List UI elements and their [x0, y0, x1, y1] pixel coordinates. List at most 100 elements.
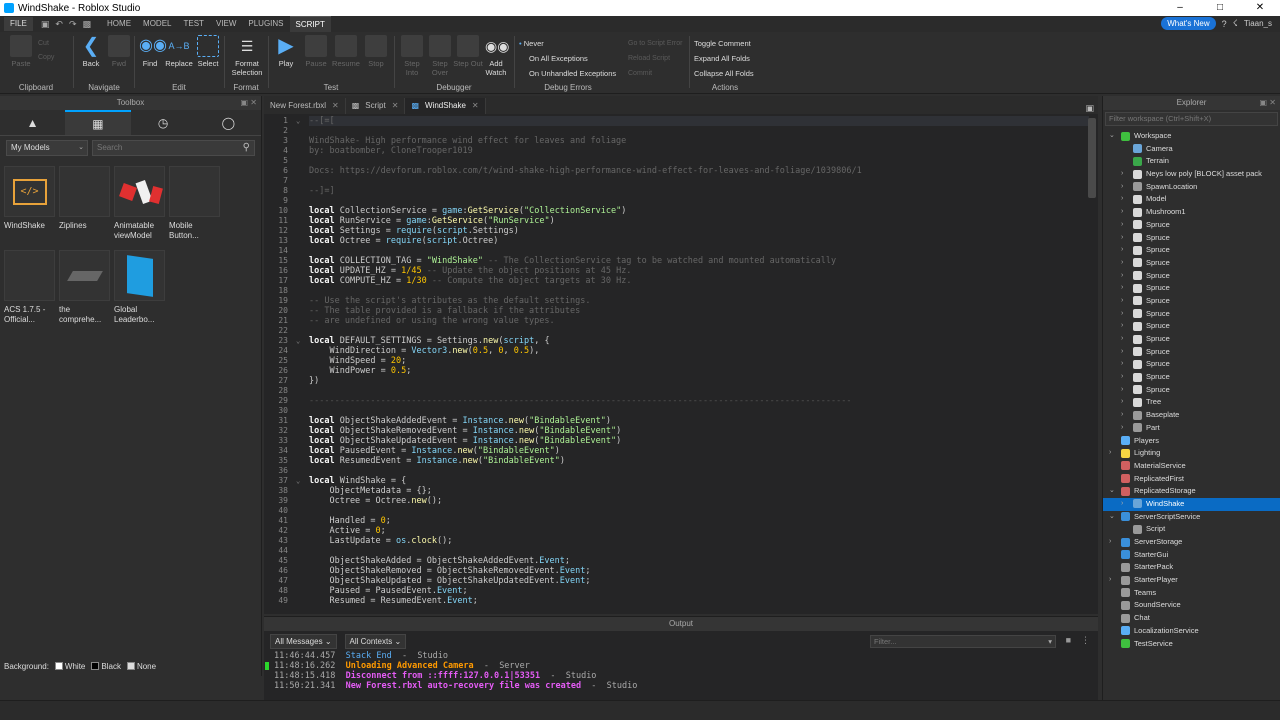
toolbox-item[interactable]: the comprehe...	[59, 250, 110, 330]
maximize-button[interactable]: □	[1200, 0, 1240, 16]
explorer-item[interactable]: Camera	[1103, 143, 1280, 156]
chevron-down-icon[interactable]: ⌄	[1109, 130, 1117, 143]
explorer-filter-input[interactable]: Filter workspace (Ctrl+Shift+X)	[1105, 112, 1278, 126]
commit-button[interactable]: Commit	[628, 66, 682, 81]
background-none-option[interactable]: None	[126, 662, 156, 671]
toggle-comment-button[interactable]: Toggle Comment	[694, 36, 754, 51]
explorer-item[interactable]: › Spruce	[1103, 219, 1280, 232]
chevron-right-icon[interactable]: ›	[1109, 447, 1117, 460]
chevron-right-icon[interactable]: ›	[1121, 384, 1129, 397]
explorer-item[interactable]: › Baseplate	[1103, 409, 1280, 422]
script-editor[interactable]: 1 2 3 4 5 6 7 8 9 10 11 12 13 14 15 16 17 18 19 20 21 22 23 24 2…	[264, 114, 1098, 614]
explorer-item[interactable]: › Spruce	[1103, 270, 1280, 283]
toolbox-item[interactable]: Global Leaderbo...	[114, 250, 165, 330]
whats-new-button[interactable]: What's New	[1161, 17, 1216, 30]
explorer-item[interactable]: › WindShake	[1103, 497, 1280, 511]
explorer-item[interactable]: › Spruce	[1103, 295, 1280, 308]
explorer-item[interactable]: › Tree	[1103, 396, 1280, 409]
code-area[interactable]: --[=[WindShake- High performance wind ef…	[309, 116, 1089, 606]
clear-output-icon[interactable]: ■	[1066, 635, 1071, 646]
chevron-right-icon[interactable]: ›	[1121, 181, 1129, 194]
explorer-item[interactable]: ⌄ ServerScriptService	[1103, 511, 1280, 524]
explorer-item[interactable]: › Spruce	[1103, 232, 1280, 245]
explorer-item[interactable]: ReplicatedFirst	[1103, 473, 1280, 486]
explorer-item[interactable]: › Spruce	[1103, 384, 1280, 397]
tab-home[interactable]: HOME	[101, 16, 137, 32]
fold-toggle-icon[interactable]: ⌄	[296, 116, 304, 126]
tab-model[interactable]: MODEL	[137, 16, 177, 32]
tab-script-doc[interactable]: ▩ Script ✕	[346, 98, 406, 114]
explorer-item[interactable]: MaterialService	[1103, 460, 1280, 473]
fold-toggle-icon[interactable]: ⌄	[296, 476, 304, 486]
explorer-item[interactable]: Players	[1103, 435, 1280, 448]
chevron-right-icon[interactable]: ›	[1121, 257, 1129, 270]
stop-button[interactable]: Stop	[361, 35, 391, 68]
explorer-item[interactable]: › SpawnLocation	[1103, 181, 1280, 194]
chevron-right-icon[interactable]: ›	[1121, 168, 1129, 181]
chevron-right-icon[interactable]: ›	[1109, 574, 1117, 587]
minimize-button[interactable]: –	[1160, 0, 1200, 16]
file-menu[interactable]: FILE	[4, 17, 33, 31]
chevron-right-icon[interactable]: ›	[1121, 282, 1129, 295]
on-all-exceptions-option[interactable]: On All Exceptions	[519, 51, 616, 66]
explorer-item[interactable]: › Spruce	[1103, 257, 1280, 270]
explorer-item[interactable]: › Lighting	[1103, 447, 1280, 460]
explorer-item[interactable]: Terrain	[1103, 155, 1280, 168]
copy-button[interactable]: Copy	[38, 51, 54, 65]
forward-button[interactable]: Fwd	[104, 35, 134, 68]
step-out-button[interactable]: Step Out	[453, 35, 483, 68]
explorer-item[interactable]: › Neys low poly [BLOCK] asset pack	[1103, 168, 1280, 181]
explorer-item[interactable]: Chat	[1103, 612, 1280, 625]
panel-controls[interactable]: ▣ ✕	[1260, 96, 1276, 110]
go-to-script-error-button[interactable]: Go to Script Error	[628, 36, 682, 51]
chevron-right-icon[interactable]: ›	[1121, 270, 1129, 283]
chevron-down-icon[interactable]: ⌄	[1109, 511, 1117, 524]
background-white-option[interactable]: White	[54, 662, 85, 671]
explorer-item[interactable]: › ServerStorage	[1103, 536, 1280, 549]
panel-controls[interactable]: ▣ ✕	[241, 96, 257, 110]
tab-windshake[interactable]: ▩ WindShake ✕	[405, 98, 486, 114]
chevron-right-icon[interactable]: ›	[1121, 498, 1129, 511]
toolbox-item[interactable]: </> WindShake	[4, 166, 55, 246]
toolbox-search-input[interactable]: Search ⚲	[92, 140, 255, 156]
explorer-item[interactable]: › Spruce	[1103, 333, 1280, 346]
chevron-right-icon[interactable]: ›	[1121, 244, 1129, 257]
screenshot-icon[interactable]: ▩	[83, 19, 92, 30]
explorer-item[interactable]: StarterPack	[1103, 561, 1280, 574]
chevron-right-icon[interactable]: ›	[1121, 371, 1129, 384]
chevron-right-icon[interactable]: ›	[1109, 536, 1117, 549]
output-filter-input[interactable]: Filter... ▾	[870, 635, 1056, 648]
toolbox-item[interactable]: Mobile Button...	[169, 166, 220, 246]
tab-plugins[interactable]: PLUGINS	[242, 16, 289, 32]
background-black-option[interactable]: Black	[91, 662, 121, 671]
help-icon[interactable]: ?	[1222, 19, 1227, 29]
pause-button[interactable]: Pause	[301, 35, 331, 68]
explorer-item[interactable]: LocalizationService	[1103, 625, 1280, 638]
collapse-all-folds-button[interactable]: Collapse All Folds	[694, 66, 754, 81]
explorer-item[interactable]: Script	[1103, 523, 1280, 536]
tab-test[interactable]: TEST	[177, 16, 209, 32]
on-unhandled-exceptions-option[interactable]: On Unhandled Exceptions	[519, 66, 616, 81]
format-selection-button[interactable]: ☰ Format Selection	[229, 35, 265, 77]
save-icon[interactable]: ▣	[41, 19, 50, 30]
chevron-right-icon[interactable]: ›	[1121, 333, 1129, 346]
paste-button[interactable]: Paste	[6, 35, 36, 68]
explorer-item[interactable]: › Spruce	[1103, 358, 1280, 371]
never-option[interactable]: • Never	[519, 36, 616, 51]
chevron-right-icon[interactable]: ›	[1121, 219, 1129, 232]
tab-new-forest[interactable]: New Forest.rbxl ✕	[264, 98, 346, 114]
share-icon[interactable]: ☇	[1233, 18, 1238, 29]
explorer-item[interactable]: › Spruce	[1103, 308, 1280, 321]
tab-marketplace[interactable]: ▦	[65, 110, 131, 135]
chevron-right-icon[interactable]: ›	[1121, 409, 1129, 422]
chevron-right-icon[interactable]: ›	[1121, 308, 1129, 321]
explorer-item[interactable]: › Model	[1103, 193, 1280, 206]
explorer-item[interactable]: › Spruce	[1103, 244, 1280, 257]
contexts-filter-dropdown[interactable]: All Contexts ⌄	[344, 633, 407, 649]
replace-button[interactable]: A→B Replace	[164, 35, 194, 68]
explorer-item[interactable]: › Mushroom1	[1103, 206, 1280, 219]
more-icon[interactable]: ⋮	[1081, 635, 1090, 646]
toolbox-item[interactable]: Animatable viewModel	[114, 166, 165, 246]
chevron-right-icon[interactable]: ›	[1121, 396, 1129, 409]
undo-icon[interactable]: ↶	[55, 19, 63, 30]
